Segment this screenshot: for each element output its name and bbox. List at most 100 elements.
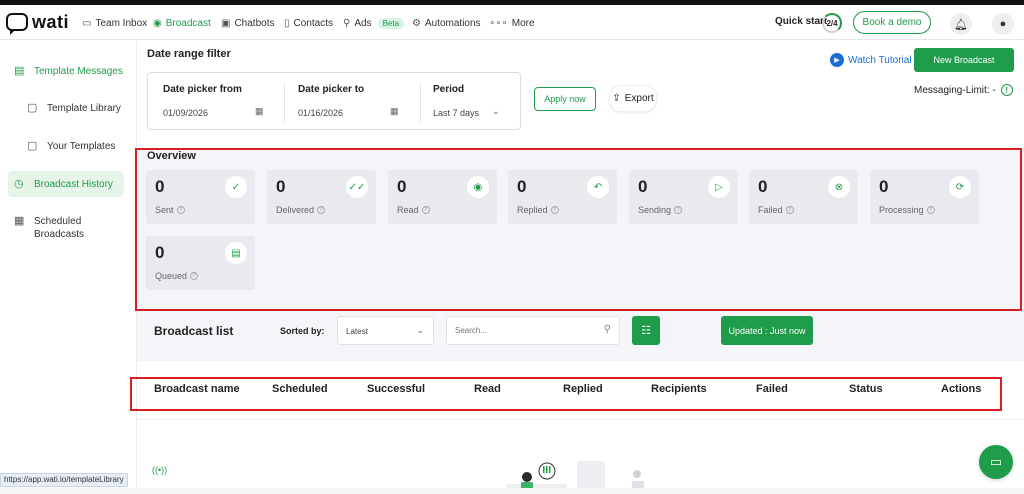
help-icon[interactable]: ? (421, 206, 430, 214)
export-label: Export (624, 93, 654, 104)
stat-label: Processing? (879, 205, 935, 215)
brand-name: wati (32, 11, 70, 32)
search-icon[interactable]: ⚲ (604, 324, 611, 335)
nav-contacts[interactable]: ▯ Contacts (284, 15, 333, 31)
bottom-strip (0, 488, 1024, 494)
nav-chatbots[interactable]: ▣ Chatbots (221, 15, 274, 31)
column-read[interactable]: Read (474, 383, 501, 395)
column-successful[interactable]: Successful (367, 383, 425, 395)
column-status[interactable]: Status (849, 383, 883, 395)
messaging-limit: Messaging-Limit: - ! (914, 84, 1013, 96)
stat-card-failed: 0 ⊗ Failed? (749, 170, 858, 224)
nav-ads[interactable]: ⚲ Ads Beta (343, 15, 405, 31)
nav-label: Team Inbox (95, 17, 148, 29)
calendar-icon[interactable]: ▦ (390, 106, 399, 117)
failed-icon: ⊗ (828, 176, 850, 198)
help-icon[interactable]: ? (674, 206, 683, 214)
stat-label: Sent? (155, 205, 185, 215)
sort-value: Latest (346, 327, 368, 336)
period-label: Period (433, 84, 465, 95)
nav-broadcast[interactable]: ◉ Broadcast (153, 15, 211, 31)
column-actions[interactable]: Actions (941, 383, 981, 395)
sorted-by-label: Sorted by: (280, 326, 325, 336)
send-icon: ▷ (708, 176, 730, 198)
dots-icon: ∘∘∘ (489, 17, 508, 29)
stat-value: 0 (397, 177, 407, 196)
book-demo-button[interactable]: Book a demo (853, 11, 931, 34)
help-icon[interactable]: ? (317, 206, 326, 214)
stat-label: Sending? (638, 205, 683, 215)
gear-icon: ⚙ (412, 17, 421, 29)
user-avatar-icon[interactable]: ● (992, 13, 1014, 35)
sidebar-item-label: Broadcast History (34, 179, 113, 190)
stat-label: Queued? (155, 271, 199, 281)
period-select[interactable]: Period Last 7 days ⌄ (420, 73, 520, 131)
date-to-field[interactable]: Date picker to 01/16/2026 ▦ (285, 73, 420, 131)
stat-label-text: Processing (879, 205, 924, 215)
column-broadcast-name[interactable]: Broadcast name (154, 383, 240, 395)
nav-label: Ads (354, 17, 372, 29)
help-icon[interactable]: ? (190, 272, 199, 280)
template-icon: ▤ (14, 65, 25, 77)
updated-status-button[interactable]: Updated : Just now (721, 316, 813, 345)
messaging-limit-label: Messaging-Limit: - (914, 84, 996, 96)
calendar-icon[interactable]: ▦ (255, 106, 264, 117)
stat-value: 0 (155, 177, 165, 196)
nav-label: Chatbots (234, 17, 275, 29)
quick-start-label[interactable]: Quick start (775, 16, 827, 27)
date-from-value[interactable]: 01/09/2026 (163, 108, 208, 118)
info-icon[interactable]: ! (1000, 84, 1013, 96)
wati-logo[interactable]: wati (6, 11, 69, 33)
search-input[interactable] (447, 317, 619, 344)
nav-more[interactable]: ∘∘∘ More (489, 15, 535, 31)
bot-icon: ▣ (221, 17, 231, 29)
nav-team-inbox[interactable]: ▭ Team Inbox (82, 15, 147, 31)
chat-bubble-icon (6, 13, 28, 31)
sidebar-item-label: Template Messages (34, 66, 123, 77)
sidebar-item-scheduled-broadcasts[interactable]: ▦ Scheduled Broadcasts (14, 215, 124, 241)
column-failed[interactable]: Failed (756, 383, 788, 395)
stat-card-read: 0 ◉ Read? (388, 170, 497, 224)
sidebar-item-template-messages[interactable]: ▤ Template Messages (14, 65, 123, 78)
help-icon[interactable]: ? (550, 206, 559, 214)
stat-label-text: Sent (155, 205, 174, 215)
contacts-icon: ▯ (284, 17, 290, 29)
sidebar: ▤ Template Messages ▢ Template Library ▢… (0, 41, 137, 494)
date-to-value[interactable]: 01/16/2026 (298, 108, 343, 118)
date-from-field[interactable]: Date picker from 01/09/2026 ▦ (148, 73, 285, 131)
quick-start-progress[interactable]: 2/4 (822, 13, 842, 33)
broadcast-icon: ◉ (153, 17, 162, 29)
filter-settings-button[interactable]: ☷ (632, 316, 660, 345)
chat-support-button[interactable]: ▭ (979, 445, 1013, 479)
help-icon[interactable]: ? (926, 206, 935, 214)
apply-now-button[interactable]: Apply now (534, 87, 596, 111)
stat-label: Failed? (758, 205, 794, 215)
stat-label: Delivered? (276, 205, 326, 215)
stat-card-replied: 0 ↶ Replied? (508, 170, 617, 224)
chevron-down-icon[interactable]: ⌄ (492, 106, 500, 117)
column-replied[interactable]: Replied (563, 383, 603, 395)
period-value[interactable]: Last 7 days (433, 108, 479, 118)
column-scheduled[interactable]: Scheduled (272, 383, 328, 395)
chevron-down-icon: ⌄ (416, 325, 424, 335)
column-recipients[interactable]: Recipients (651, 383, 707, 395)
stat-card-delivered: 0 ✓✓ Delivered? (267, 170, 376, 224)
ads-icon: ⚲ (343, 17, 351, 29)
bell-icon[interactable]: 🔔︎ (950, 13, 972, 35)
sidebar-item-broadcast-history[interactable]: ◷ Broadcast History (14, 178, 113, 191)
watch-tutorial-link[interactable]: ▶ Watch Tutorial (830, 53, 912, 67)
new-broadcast-button[interactable]: New Broadcast (914, 48, 1014, 72)
date-to-label: Date picker to (298, 84, 365, 95)
sidebar-item-template-library[interactable]: ▢ Template Library (27, 102, 121, 115)
help-icon[interactable]: ? (176, 206, 185, 214)
stat-value: 0 (638, 177, 648, 196)
search-box[interactable]: ⚲ (446, 316, 620, 345)
sidebar-item-your-templates[interactable]: ▢ Your Templates (27, 140, 115, 153)
sidebar-item-label: Your Templates (47, 141, 116, 152)
double-check-icon: ✓✓ (346, 176, 368, 198)
sort-select[interactable]: Latest ⌄ (337, 316, 434, 345)
stat-card-queued: 0 ▤ Queued? (146, 236, 255, 290)
export-button[interactable]: ⇪ Export (609, 85, 657, 112)
help-icon[interactable]: ? (785, 206, 794, 214)
nav-automations[interactable]: ⚙ Automations (412, 15, 481, 31)
